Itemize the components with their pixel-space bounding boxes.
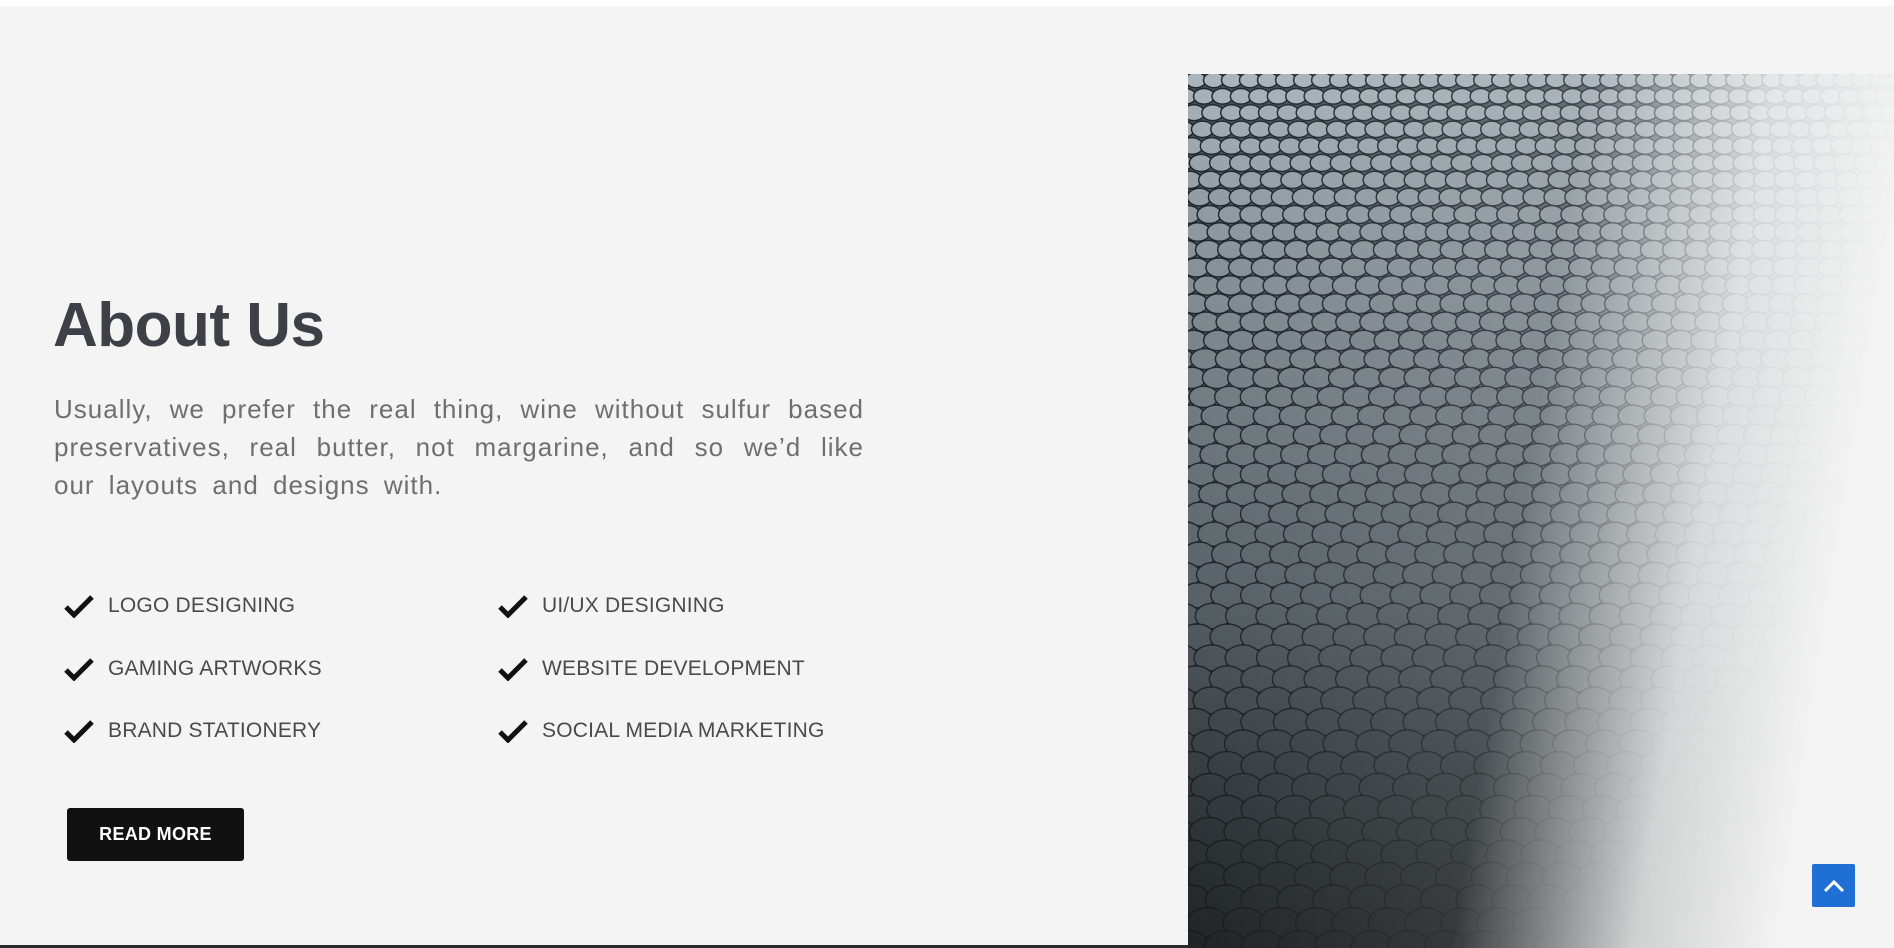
check-icon [64, 658, 94, 681]
check-icon [498, 595, 528, 618]
service-item-ui-ux-designing: UI/UX DESIGNING [498, 590, 725, 622]
service-item-logo-designing: LOGO DESIGNING [64, 590, 295, 622]
chevron-up-icon [1823, 879, 1844, 892]
service-label: LOGO DESIGNING [108, 594, 296, 617]
scroll-to-top-button[interactable] [1812, 864, 1855, 907]
check-icon [64, 720, 94, 743]
about-description: Usually, we prefer the real thing, wine … [54, 394, 864, 500]
check-icon [498, 658, 528, 681]
service-item-social-media-marketing: SOCIAL MEDIA MARKETING [498, 715, 825, 747]
page: About Us Usually, we prefer the real thi… [0, 0, 1894, 948]
service-label: GAMING ARTWORKS [108, 657, 322, 680]
building-facade-image [1188, 74, 1894, 948]
service-item-website-development: WEBSITE DEVELOPMENT [498, 653, 805, 685]
service-label: BRAND STATIONERY [108, 719, 322, 742]
service-item-brand-stationery: BRAND STATIONERY [64, 715, 321, 747]
check-icon [64, 595, 94, 618]
service-item-gaming-artworks: GAMING ARTWORKS [64, 653, 322, 685]
read-more-button[interactable]: READ MORE [67, 808, 244, 861]
page-title: About Us [53, 291, 325, 360]
check-icon [498, 720, 528, 743]
facade-illustration [1188, 74, 1894, 948]
service-label: SOCIAL MEDIA MARKETING [542, 719, 825, 742]
service-label: UI/UX DESIGNING [542, 594, 725, 617]
services-list: LOGO DESIGNING UI/UX DESIGNING GAMING AR… [64, 590, 884, 790]
service-label: WEBSITE DEVELOPMENT [542, 657, 805, 680]
